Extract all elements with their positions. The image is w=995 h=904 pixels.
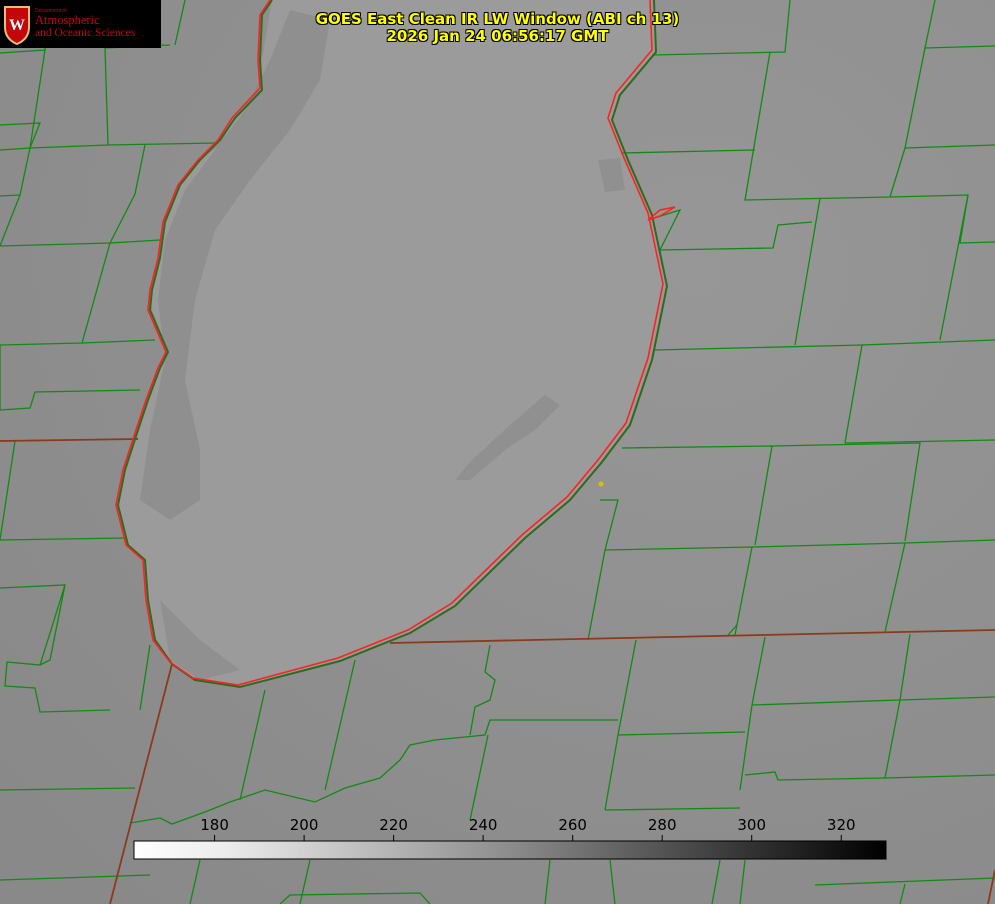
colorbar-tick-label: 240: [469, 816, 498, 834]
colorbar-tick-label: 180: [200, 816, 229, 834]
colorbar: [133, 840, 887, 860]
location-marker: [598, 481, 604, 487]
colorbar-tick-label: 300: [737, 816, 766, 834]
colorbar-tick-label: 220: [379, 816, 408, 834]
title-timestamp: 2026 Jan 24 06:56:17 GMT: [386, 27, 609, 45]
colorbar-tick-label: 320: [827, 816, 856, 834]
colorbar-tick-label: 280: [648, 816, 677, 834]
title-line1: GOES East Clean IR LW Window (ABI ch 13): [315, 10, 680, 28]
colorbar-tick-label: 260: [558, 816, 587, 834]
satellite-map: 180 200 220 240 260 280 300 320: [0, 0, 995, 904]
colorbar-tick-label: 200: [290, 816, 319, 834]
image-title: GOES East Clean IR LW Window (ABI ch 13)…: [0, 11, 995, 45]
